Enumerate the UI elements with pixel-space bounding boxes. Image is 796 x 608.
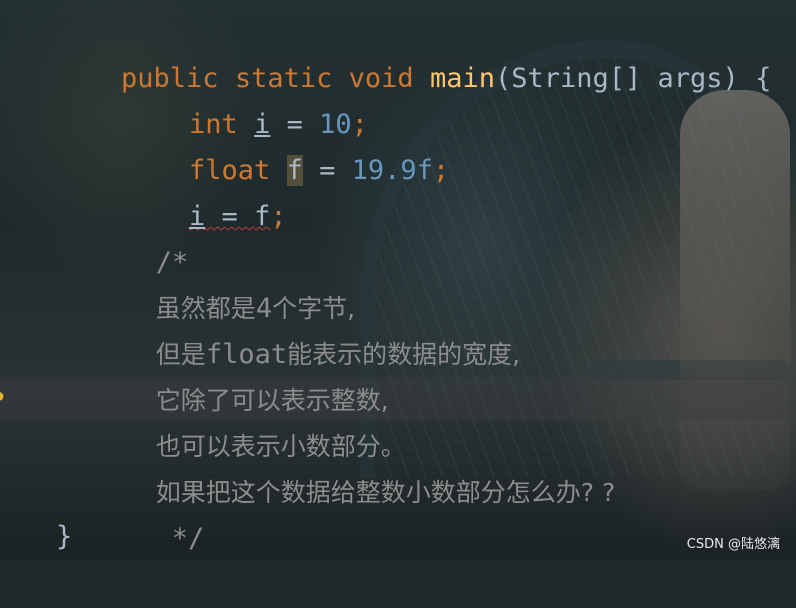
- semicolon: ;: [432, 155, 450, 186]
- comment-line-4[interactable]: 也可以表示小数部分。: [124, 378, 406, 461]
- comment-text: 如果把这个数据给整数小数部分怎么办? ?: [155, 478, 616, 507]
- woman-illustration: [680, 90, 790, 490]
- code-line-4[interactable]: i = f;: [124, 148, 287, 232]
- code-line-3[interactable]: float f = 19.9f;: [124, 102, 449, 186]
- comment-line-3[interactable]: 它除了可以表示整数,: [124, 332, 389, 415]
- assign-op: =: [302, 155, 352, 186]
- code-line-1[interactable]: public static void main(String[] args) {: [56, 10, 771, 94]
- method-name: main: [429, 63, 495, 94]
- variable-f: f: [286, 155, 303, 186]
- comment-line-1[interactable]: 虽然都是4个字节,: [124, 240, 355, 324]
- comment-close-token: */: [171, 523, 205, 554]
- float-literal: 19.9f: [351, 155, 433, 186]
- semicolon: ;: [270, 201, 287, 232]
- comment-line-5[interactable]: 如果把这个数据给整数小数部分怎么办? ?: [124, 424, 616, 507]
- lightbulb-icon[interactable]: ●: [0, 389, 7, 403]
- comment-close[interactable]: */: [140, 470, 205, 554]
- comment-open[interactable]: /*: [124, 194, 189, 278]
- code-line-2[interactable]: int i = 10;: [124, 56, 368, 140]
- assign-op: =: [205, 201, 255, 232]
- closing-brace[interactable]: }: [56, 514, 72, 560]
- watermark: CSDN @陆悠漓: [686, 537, 780, 552]
- comment-line-2[interactable]: 但是float能表示的数据的宽度,: [124, 286, 520, 370]
- variable-i: i: [189, 201, 206, 232]
- variable-f: f: [254, 201, 271, 232]
- method-signature: (String[] args) {: [494, 63, 772, 94]
